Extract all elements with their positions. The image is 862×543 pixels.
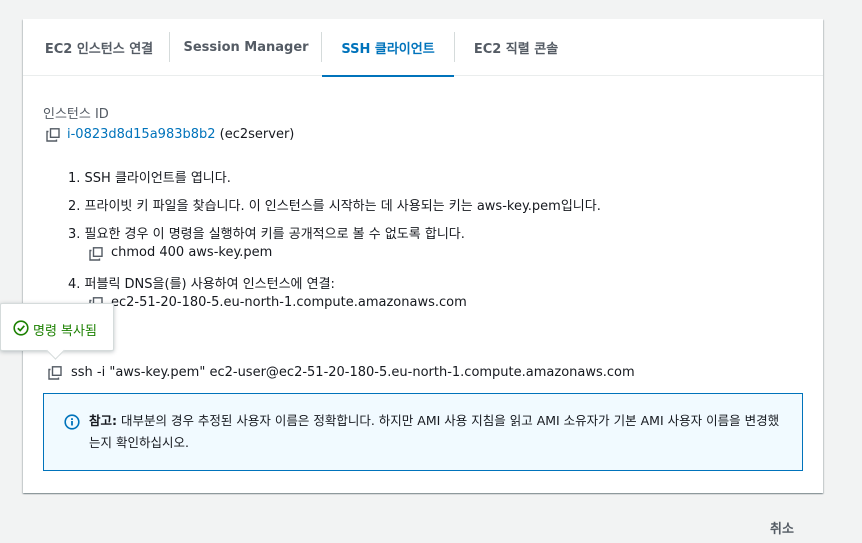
check-circle-icon <box>13 320 29 336</box>
instance-name: (ec2server) <box>219 127 295 142</box>
tab-bar: EC2 인스턴스 연결 Session Manager SSH 클라이언트 EC… <box>23 19 823 77</box>
alert-body: 대부분의 경우 추정된 사용자 이름은 정확합니다. 하지만 AMI 사용 지침… <box>89 413 780 450</box>
instance-id-link[interactable]: i-0823d8d15a983b8b2 <box>67 127 216 142</box>
step-2: 2. 프라이빗 키 파일을 찾습니다. 이 인스턴스를 시작하는 데 사용되는 … <box>68 199 601 214</box>
step-1: 1. SSH 클라이언트를 엽니다. <box>68 171 231 186</box>
tab-session-manager[interactable]: Session Manager <box>175 19 317 76</box>
info-icon <box>64 414 80 430</box>
instance-id: i-0823d8d15a983b8b2 (ec2server) <box>67 127 294 142</box>
copied-popover: 명령 복사됨 <box>0 303 114 351</box>
step-4: 4. 퍼블릭 DNS을(를) 사용하여 인스턴스에 연결: <box>68 277 335 292</box>
alert-text: 참고: 대부분의 경우 추정된 사용자 이름은 정확합니다. 하지만 AMI 사… <box>89 410 789 454</box>
tab-divider <box>169 32 170 62</box>
copied-message: 명령 복사됨 <box>33 324 97 339</box>
copy-icon[interactable] <box>89 247 103 261</box>
ssh-command: ssh -i "aws-key.pem" ec2-user@ec2-51-20-… <box>71 365 635 380</box>
tab-divider <box>454 32 455 62</box>
step-3: 3. 필요한 경우 이 명령을 실행하여 키를 공개적으로 볼 수 없도록 합니… <box>68 227 465 242</box>
alert-title: 참고: <box>89 413 117 428</box>
copy-icon[interactable] <box>48 366 62 380</box>
instance-id-label: 인스턴스 ID <box>43 107 109 122</box>
cancel-button[interactable]: 취소 <box>770 518 794 537</box>
info-alert: 참고: 대부분의 경우 추정된 사용자 이름은 정확합니다. 하지만 AMI 사… <box>43 393 803 471</box>
tab-ec2-instance-connect[interactable]: EC2 인스턴스 연결 <box>31 19 167 76</box>
connect-panel: EC2 인스턴스 연결 Session Manager SSH 클라이언트 EC… <box>23 19 823 493</box>
tab-ec2-serial-console[interactable]: EC2 직렬 콘솔 <box>456 19 576 76</box>
public-dns: ec2-51-20-180-5.eu-north-1.compute.amazo… <box>111 295 467 310</box>
copy-icon[interactable] <box>46 128 60 142</box>
tab-ssh-client[interactable]: SSH 클라이언트 <box>322 19 454 77</box>
chmod-command: chmod 400 aws-key.pem <box>111 245 273 260</box>
